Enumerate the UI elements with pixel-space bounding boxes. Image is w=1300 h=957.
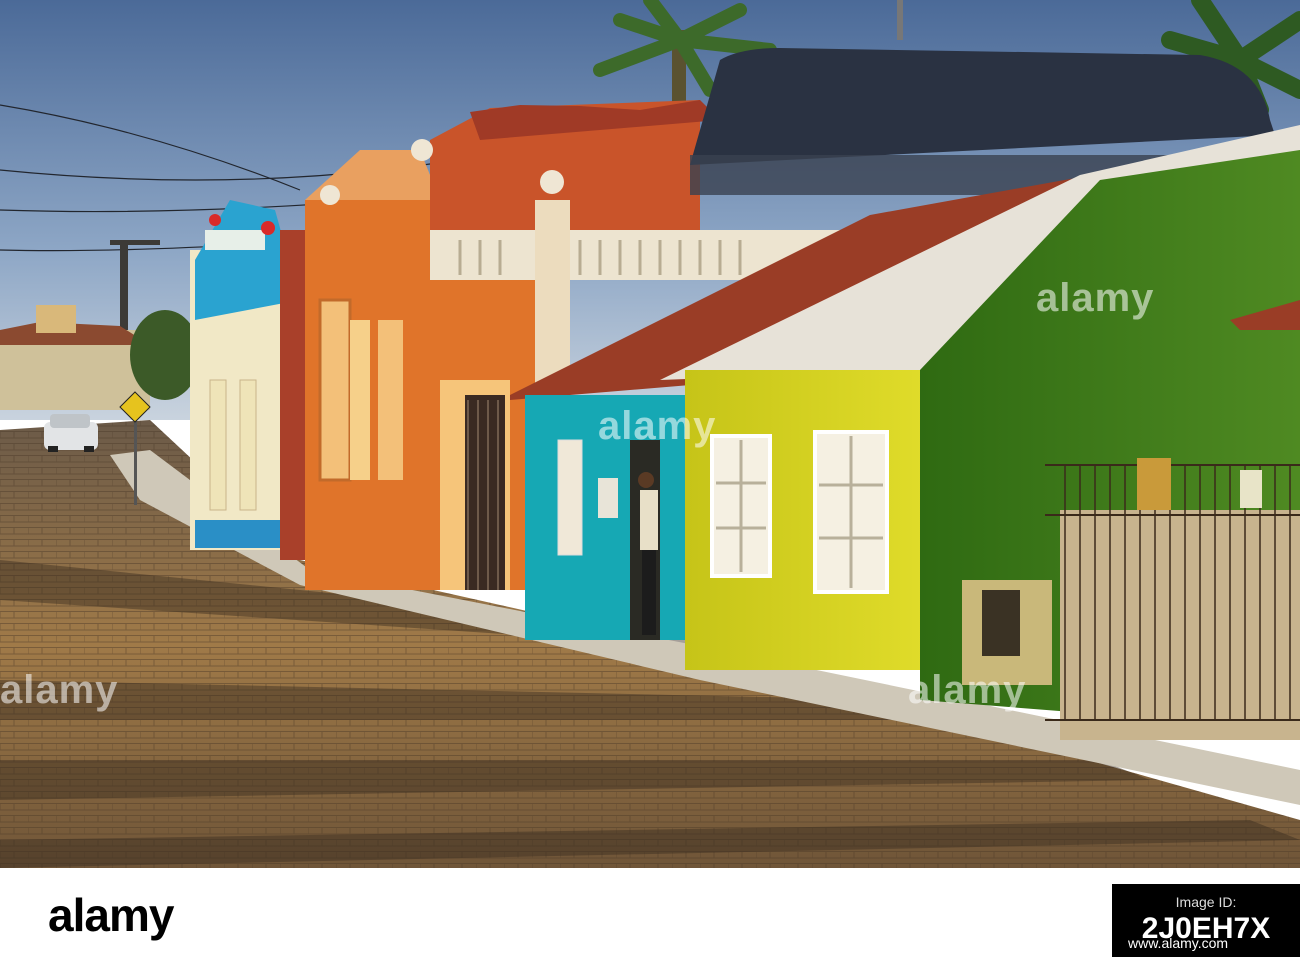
house-turquoise <box>525 395 685 640</box>
image-id-label: Image ID: <box>1175 894 1237 910</box>
photo-street-scene: alamy alamy alamy alamy <box>0 0 1300 868</box>
stock-url: www.alamy.com <box>1128 935 1229 951</box>
stock-footer <box>0 868 1300 957</box>
street-illustration <box>0 0 1300 868</box>
house-yellow <box>685 370 925 670</box>
stock-logo: alamy <box>48 889 174 941</box>
tree <box>130 310 200 400</box>
white-car <box>44 414 98 452</box>
